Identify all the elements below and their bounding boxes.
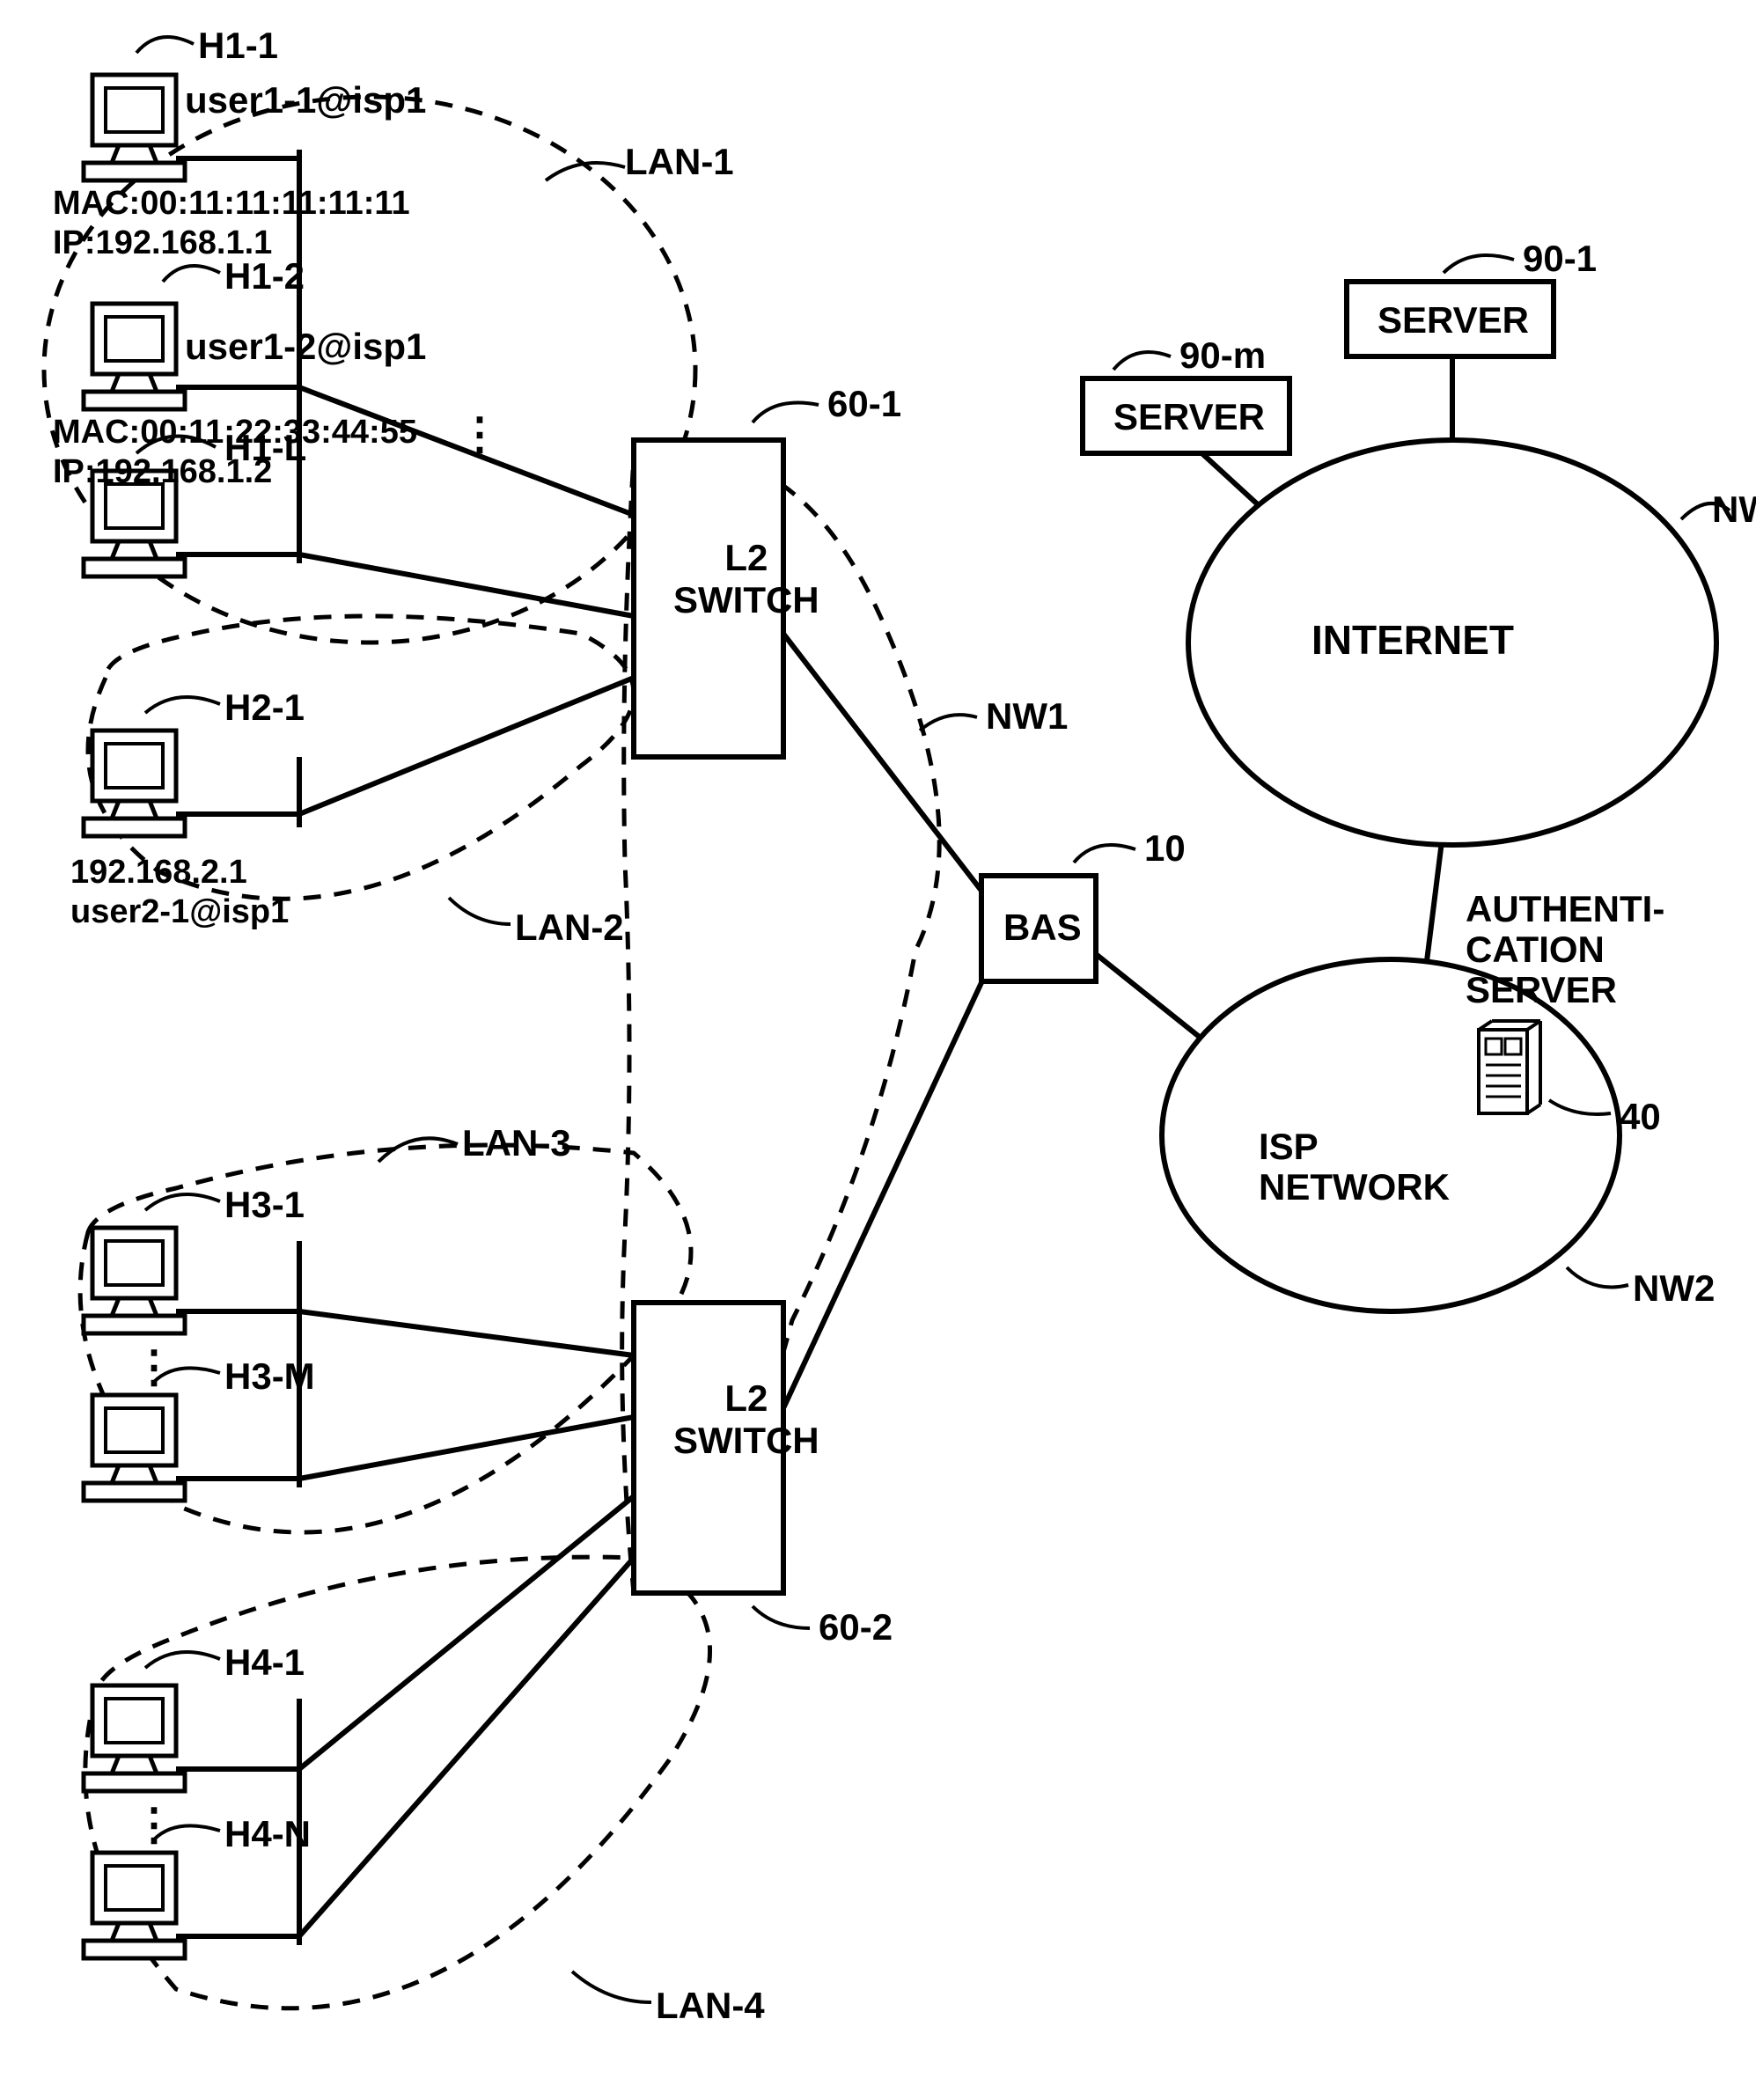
server-id: 90-m xyxy=(1179,334,1266,377)
isp-label: ISP NETWORK xyxy=(1259,1127,1450,1208)
svg-text:⋮: ⋮ xyxy=(458,409,502,459)
svg-text:⋮: ⋮ xyxy=(132,1342,176,1391)
host-id: H3-1 xyxy=(224,1184,305,1226)
network-label: NW2 xyxy=(1633,1267,1715,1310)
internet-label: INTERNET xyxy=(1311,616,1514,664)
lan-label: LAN-3 xyxy=(462,1122,571,1164)
switch-label: L2 SWITCH xyxy=(673,537,819,622)
host-user: user2-1@isp1 xyxy=(70,893,289,931)
host-id: H4-1 xyxy=(224,1641,305,1684)
auth-server-label: AUTHENTI- CATION SERVER xyxy=(1466,889,1664,1011)
host-id: H1-L xyxy=(224,427,306,469)
computer-icon xyxy=(84,1395,185,1501)
computer-icon xyxy=(84,304,185,409)
network-label: NW3 xyxy=(1712,488,1756,531)
switch-label: L2 SWITCH xyxy=(673,1377,819,1463)
server-label: SERVER xyxy=(1378,299,1529,341)
lan-label: LAN-2 xyxy=(515,907,624,949)
host-ip: 192.168.2.1 xyxy=(70,854,247,892)
host-user: user1-1@isp1 xyxy=(185,79,426,121)
host-id: H1-1 xyxy=(198,25,278,67)
bas-label: BAS xyxy=(1003,907,1082,949)
computer-icon xyxy=(84,1228,185,1333)
computer-icon xyxy=(84,1685,185,1791)
server-label: SERVER xyxy=(1113,396,1265,438)
bas-id: 10 xyxy=(1144,827,1186,870)
computer-icon xyxy=(84,75,185,180)
network-label: NW1 xyxy=(986,695,1068,738)
svg-text:⋮: ⋮ xyxy=(132,1800,176,1849)
host-id: H2-1 xyxy=(224,687,305,729)
computer-icon xyxy=(84,731,185,836)
lan-label: LAN-4 xyxy=(656,1985,765,2027)
host-mac: MAC:00:11:11:11:11:11 xyxy=(53,185,410,223)
computer-icon xyxy=(84,1853,185,1958)
server-id: 90-1 xyxy=(1523,238,1597,280)
auth-server-id: 40 xyxy=(1620,1096,1661,1138)
host-user: user1-2@isp1 xyxy=(185,326,426,368)
switch-id: 60-1 xyxy=(827,383,901,425)
host-id: H4-N xyxy=(224,1813,311,1855)
host-id: H1-2 xyxy=(224,255,305,297)
host-id: H3-M xyxy=(224,1355,315,1398)
lan-label: LAN-1 xyxy=(625,141,734,183)
switch-id: 60-2 xyxy=(819,1606,893,1648)
